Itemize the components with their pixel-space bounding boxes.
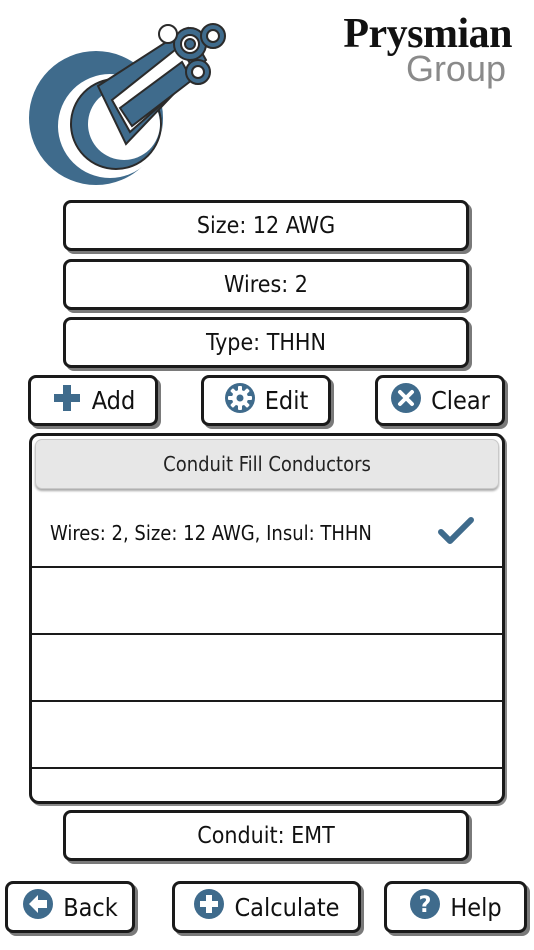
- plus-circle-icon: [193, 888, 225, 926]
- list-item-text: Wires: 2, Size: 12 AWG, Insul: THHN: [50, 520, 372, 545]
- conduit-label: Conduit: EMT: [197, 822, 335, 849]
- back-arrow-icon: [22, 888, 54, 926]
- help-label: Help: [450, 892, 502, 922]
- edit-button[interactable]: Edit: [201, 375, 331, 426]
- back-button[interactable]: Back: [5, 881, 135, 933]
- type-selector[interactable]: Type: THHN: [63, 317, 469, 368]
- cable-logo-icon: [28, 22, 233, 192]
- size-selector[interactable]: Size: 12 AWG: [63, 200, 469, 251]
- calculate-label: Calculate: [234, 892, 340, 922]
- plus-icon: [51, 382, 83, 420]
- brand-wordmark: Prysmian Group: [343, 12, 512, 89]
- conduit-selector[interactable]: Conduit: EMT: [63, 810, 469, 861]
- help-button[interactable]: ? Help: [384, 881, 527, 933]
- edit-label: Edit: [264, 386, 309, 415]
- list-item[interactable]: Wires: 2, Size: 12 AWG, Insul: THHN: [32, 499, 502, 568]
- list-item[interactable]: [32, 633, 502, 702]
- svg-text:?: ?: [419, 893, 432, 918]
- clear-label: Clear: [431, 386, 490, 415]
- conductor-list: Conduit Fill Conductors Wires: 2, Size: …: [29, 433, 505, 804]
- list-item[interactable]: [32, 566, 502, 635]
- gear-icon: [224, 382, 256, 420]
- question-icon: ?: [409, 888, 441, 926]
- list-item[interactable]: [32, 700, 502, 769]
- back-label: Back: [63, 892, 118, 922]
- size-label: Size: 12 AWG: [196, 212, 336, 239]
- wires-selector[interactable]: Wires: 2: [63, 259, 469, 310]
- calculate-button[interactable]: Calculate: [172, 881, 361, 933]
- clear-button[interactable]: Clear: [375, 375, 505, 426]
- brand-group: Group: [405, 48, 506, 89]
- type-label: Type: THHN: [206, 329, 326, 356]
- wires-label: Wires: 2: [224, 271, 308, 298]
- add-label: Add: [91, 386, 136, 415]
- checkmark-icon: [438, 516, 474, 549]
- conductor-list-header: Conduit Fill Conductors: [35, 439, 499, 489]
- add-button[interactable]: Add: [28, 375, 158, 426]
- x-circle-icon: [390, 382, 422, 420]
